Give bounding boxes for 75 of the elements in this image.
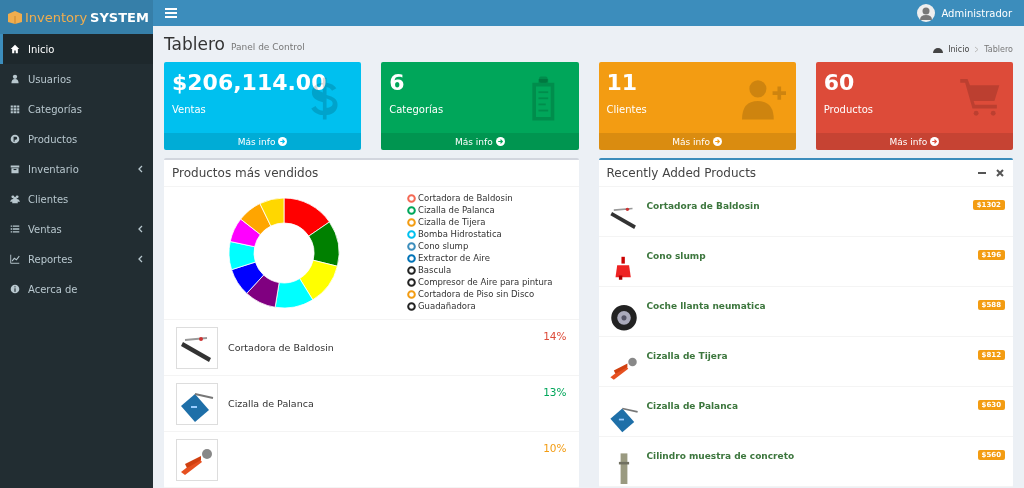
product-link[interactable]: Cono slump — [646, 251, 706, 261]
box-icon — [8, 10, 22, 24]
stat-label: Categorías — [389, 104, 444, 115]
product-link[interactable]: Coche llanta neumatica — [646, 301, 766, 311]
sidebar-item[interactable]: Clientes — [0, 184, 153, 214]
sidebar-item[interactable]: Inventario — [0, 154, 153, 184]
info-icon — [10, 284, 20, 294]
product-link[interactable]: Cizalla de Palanca — [646, 401, 738, 411]
arrow-circle-icon — [713, 137, 722, 146]
product-name: Cizalla de Palanca — [228, 398, 314, 409]
more-info-link[interactable]: Más info — [815, 133, 1013, 150]
product-link[interactable]: Cizalla de Tijera — [646, 351, 728, 361]
donut-slice — [299, 259, 338, 301]
sidebar-item[interactable]: Ventas — [0, 214, 153, 244]
legend-label: Extractor de Aire — [418, 253, 490, 263]
stat-label: Clientes — [606, 104, 647, 115]
menu-icon[interactable] — [165, 8, 177, 18]
legend-label: Bomba Hidrostatica — [418, 229, 502, 239]
grid-icon — [10, 104, 20, 114]
home-icon — [10, 44, 20, 54]
stat-label: Productos — [823, 104, 874, 115]
percent-value: 14% — [543, 330, 567, 342]
close-icon[interactable] — [995, 168, 1005, 178]
breadcrumb-item: Tablero — [984, 45, 1013, 54]
sidebar-item[interactable]: Reportes — [0, 244, 153, 274]
donut-slice — [228, 241, 256, 271]
panel-title: Recently Added Products — [606, 166, 757, 180]
logo-text: SYSTEM — [90, 9, 149, 25]
sidebar-item[interactable]: Usuarios — [0, 64, 153, 94]
product-link[interactable]: Cilindro muestra de concreto — [646, 451, 795, 461]
percent-value: 13% — [543, 386, 567, 398]
logo-text: Inventory — [25, 9, 88, 25]
legend-label: Compresor de Aire para pintura — [418, 277, 553, 287]
user-icon — [10, 74, 20, 84]
more-info-link[interactable]: Más info — [381, 133, 579, 150]
page-subtitle: Panel de Control — [231, 42, 305, 52]
legend-label: Cizalla de Tijera — [418, 217, 486, 227]
product-link[interactable]: Cortadora de Baldosin — [646, 201, 760, 211]
legend-label: Cizalla de Palanca — [418, 205, 495, 215]
donut-slice — [240, 203, 272, 235]
box-icon — [10, 164, 20, 174]
breadcrumb-item[interactable]: Inicio — [948, 45, 970, 54]
product-name: Cortadora de Baldosin — [228, 342, 334, 353]
legend-label: Bascula — [418, 265, 452, 275]
sidebar-item[interactable]: Categorías — [0, 94, 153, 124]
stat-value: 11 — [606, 70, 638, 95]
legend-label: Cono slump — [418, 241, 469, 251]
legend-label: Cortadora de Piso sin Disco — [418, 289, 535, 299]
donut-slice — [231, 261, 265, 294]
sidebar-item[interactable]: Productos — [0, 124, 153, 154]
percent-value: 10% — [543, 442, 567, 454]
arrow-circle-icon — [278, 137, 288, 146]
list-icon — [10, 224, 20, 234]
chevron-icon — [974, 46, 980, 53]
stat-value: 60 — [823, 70, 855, 95]
donut-slice — [246, 274, 280, 308]
donut-slice — [229, 218, 261, 248]
sidebar-item[interactable]: Inicio — [0, 34, 153, 64]
avatar-icon[interactable] — [917, 4, 936, 22]
arrow-circle-icon — [495, 137, 505, 146]
stat-label: Ventas — [172, 104, 206, 115]
legend-label: Cortadora de Baldosin — [418, 193, 513, 203]
panel-title: Productos más vendidos — [172, 166, 319, 180]
line-chart-icon — [10, 254, 20, 264]
users-icon — [10, 194, 20, 204]
circle-p-icon — [10, 134, 20, 144]
legend-label: Guadañadora — [418, 301, 476, 311]
stat-value: 6 — [389, 70, 405, 95]
user-name[interactable]: Administrador — [941, 7, 1012, 19]
dashboard-icon — [933, 45, 944, 54]
sidebar-item[interactable]: Acerca de — [0, 274, 153, 304]
page-title: Tablero — [164, 34, 225, 54]
stat-value: $206,114.00 — [172, 70, 327, 95]
arrow-circle-icon — [930, 137, 940, 146]
donut-slice — [274, 278, 314, 309]
